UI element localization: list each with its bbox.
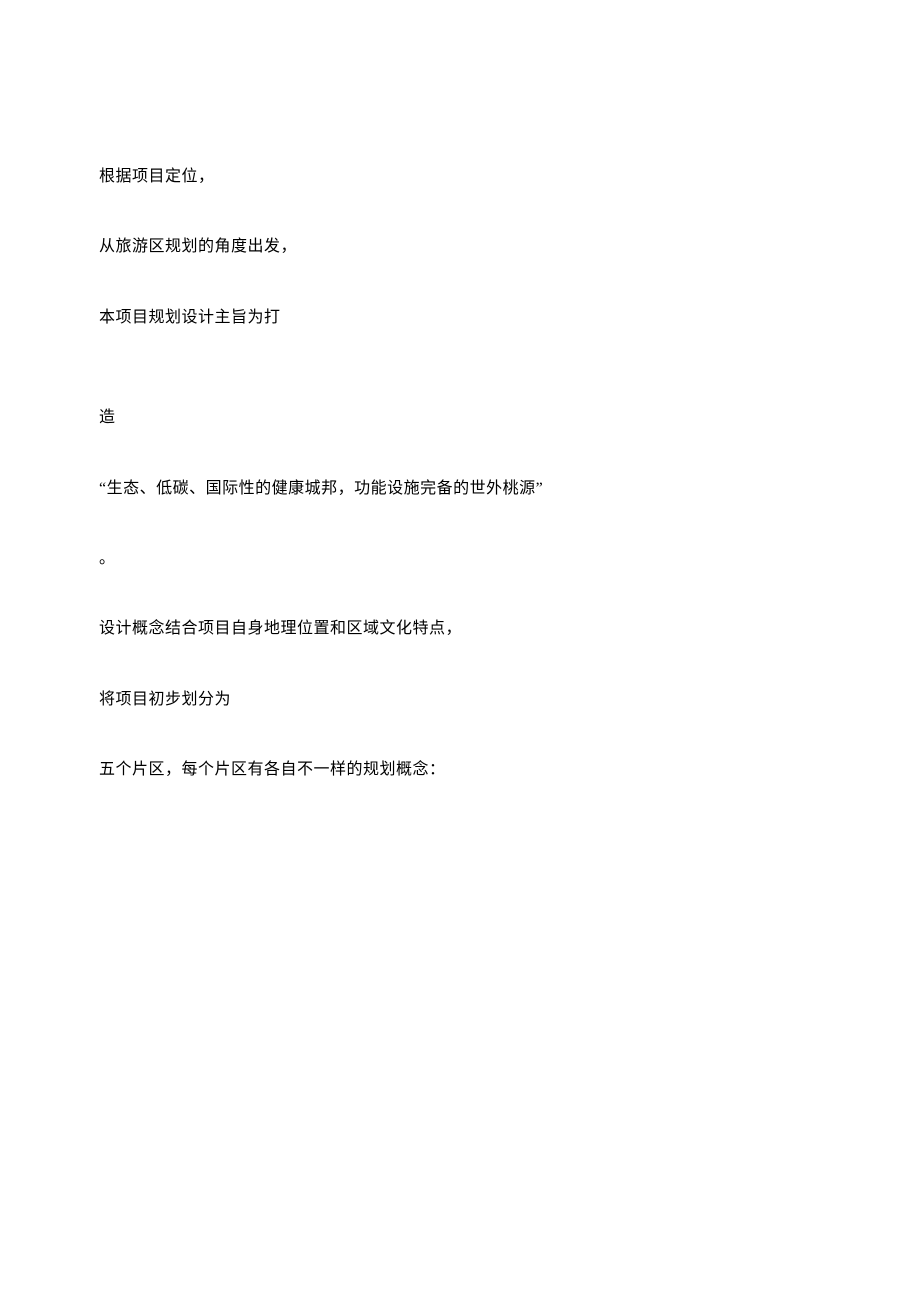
text-line-3: 本项目规划设计主旨为打 [99, 307, 821, 329]
text-line-9: 五个片区，每个片区有各自不一样的规划概念： [99, 759, 821, 781]
text-line-7: 设计概念结合项目自身地理位置和区域文化特点， [99, 618, 821, 640]
text-line-1: 根据项目定位， [99, 166, 821, 188]
text-line-4: 造 [99, 407, 821, 429]
text-line-8: 将项目初步划分为 [99, 689, 821, 711]
text-line-5: “生态、低碳、国际性的健康城邦，功能设施完备的世外桃源” [99, 478, 821, 500]
text-line-6: 。 [99, 548, 821, 570]
text-line-2: 从旅游区规划的角度出发， [99, 236, 821, 258]
